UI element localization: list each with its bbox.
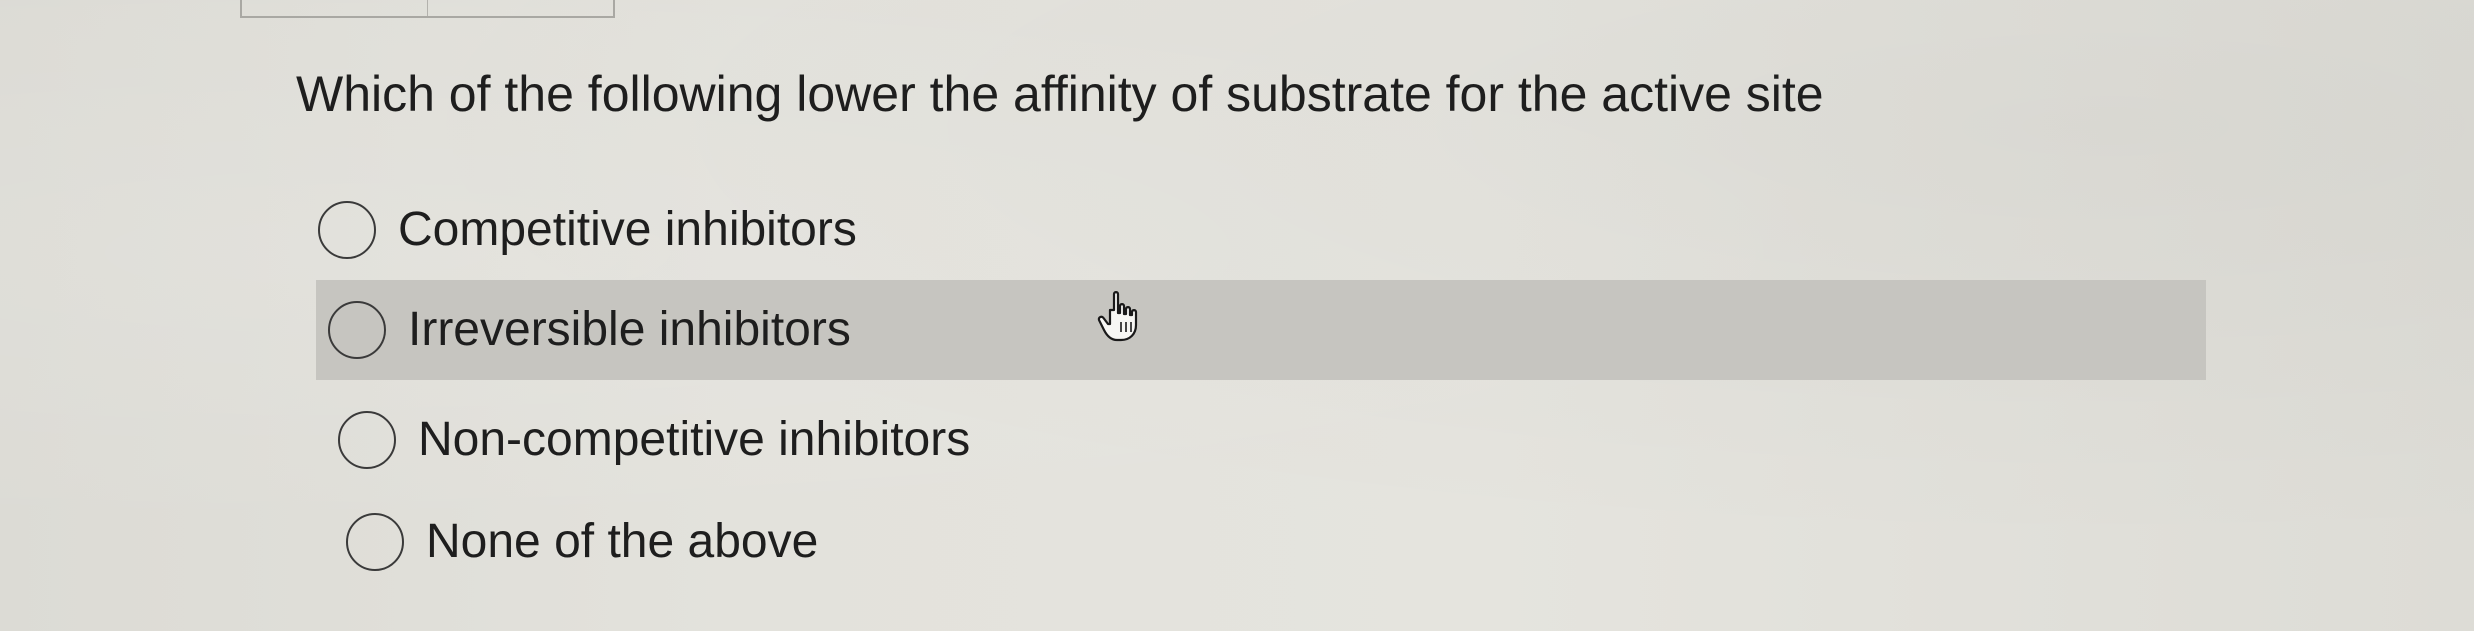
radio-button[interactable] [328,301,386,359]
option-label: Irreversible inhibitors [408,303,851,356]
radio-button[interactable] [346,513,404,571]
option-none-of-the-above[interactable]: None of the above [346,492,2206,592]
answer-options: Competitive inhibitors Irreversible inhi… [0,0,2474,631]
option-label: Competitive inhibitors [398,203,857,256]
option-non-competitive-inhibitors[interactable]: Non-competitive inhibitors [338,390,2208,490]
option-irreversible-inhibitors[interactable]: Irreversible inhibitors [316,280,2206,380]
option-competitive-inhibitors[interactable]: Competitive inhibitors [318,180,2198,280]
hand-pointer-icon [1097,291,1138,342]
radio-button[interactable] [338,411,396,469]
option-label: None of the above [426,515,819,568]
option-label: Non-competitive inhibitors [418,413,971,466]
radio-button[interactable] [318,201,376,259]
